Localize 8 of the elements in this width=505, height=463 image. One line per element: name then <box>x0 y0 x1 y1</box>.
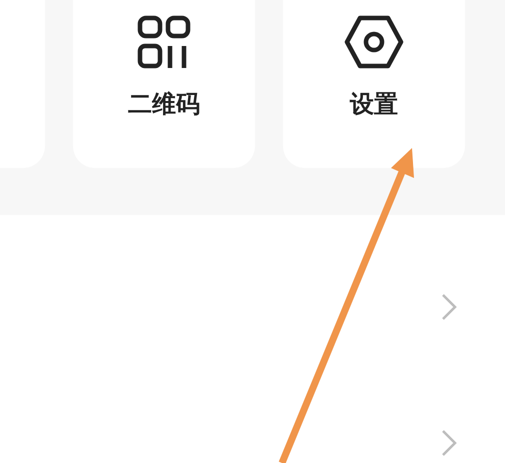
shortcut-label: 二维码 <box>128 90 200 119</box>
settings-icon <box>343 14 405 70</box>
chevron-icon[interactable] <box>441 429 457 457</box>
grid-icon <box>136 14 192 70</box>
shortcut-label: 设置 <box>350 90 398 119</box>
chevron-icon[interactable] <box>441 293 457 321</box>
shortcut-card[interactable]: 设置 <box>283 0 465 168</box>
shortcut-card[interactable]: 二维码 <box>73 0 255 168</box>
